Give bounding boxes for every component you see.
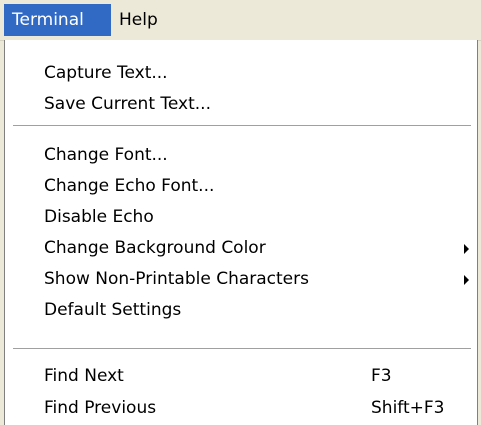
menu-item-change-echo-font[interactable]: Change Echo Font...: [5, 170, 477, 202]
menu-item-label: Change Font...: [44, 145, 168, 165]
shortcut-label: Shift+F3: [371, 398, 445, 418]
chevron-right-icon: [464, 244, 469, 254]
menu-item-label: Change Background Color: [44, 238, 266, 258]
terminal-dropdown-menu: Capture Text... Save Current Text... Cha…: [4, 40, 478, 425]
menu-item-label: Show Non-Printable Characters: [44, 269, 309, 289]
menu-item-label: Capture Text...: [44, 63, 168, 83]
menu-item-label: Disable Echo: [44, 207, 154, 227]
menu-item-default-settings[interactable]: Default Settings: [5, 294, 477, 326]
menu-item-label: Find Next: [44, 366, 124, 386]
menu-item-find-next[interactable]: Find Next F3: [5, 360, 477, 392]
menu-item-label: Save Current Text...: [44, 94, 211, 114]
shortcut-label: F3: [371, 366, 392, 386]
menu-item-label: Default Settings: [44, 300, 182, 320]
menu-terminal[interactable]: Terminal: [4, 4, 111, 36]
menu-item-find-previous[interactable]: Find Previous Shift+F3: [5, 392, 477, 424]
chevron-right-icon: [464, 275, 469, 285]
menu-item-show-non-printable-characters[interactable]: Show Non-Printable Characters: [5, 263, 477, 295]
menu-bar: Terminal Help: [0, 0, 481, 41]
menu-item-save-current-text[interactable]: Save Current Text...: [5, 88, 477, 120]
menu-item-disable-echo[interactable]: Disable Echo: [5, 201, 477, 233]
menu-item-label: Find Previous: [44, 398, 157, 418]
menu-item-change-background-color[interactable]: Change Background Color: [5, 232, 477, 264]
menu-item-capture-text[interactable]: Capture Text...: [5, 57, 477, 89]
menu-separator: [13, 125, 471, 127]
app-window: Terminal Help Capture Text... Save Curre…: [0, 0, 481, 425]
menu-separator: [13, 348, 471, 350]
menu-help[interactable]: Help: [111, 4, 173, 36]
menu-item-change-font[interactable]: Change Font...: [5, 139, 477, 171]
menu-item-label: Change Echo Font...: [44, 176, 215, 196]
